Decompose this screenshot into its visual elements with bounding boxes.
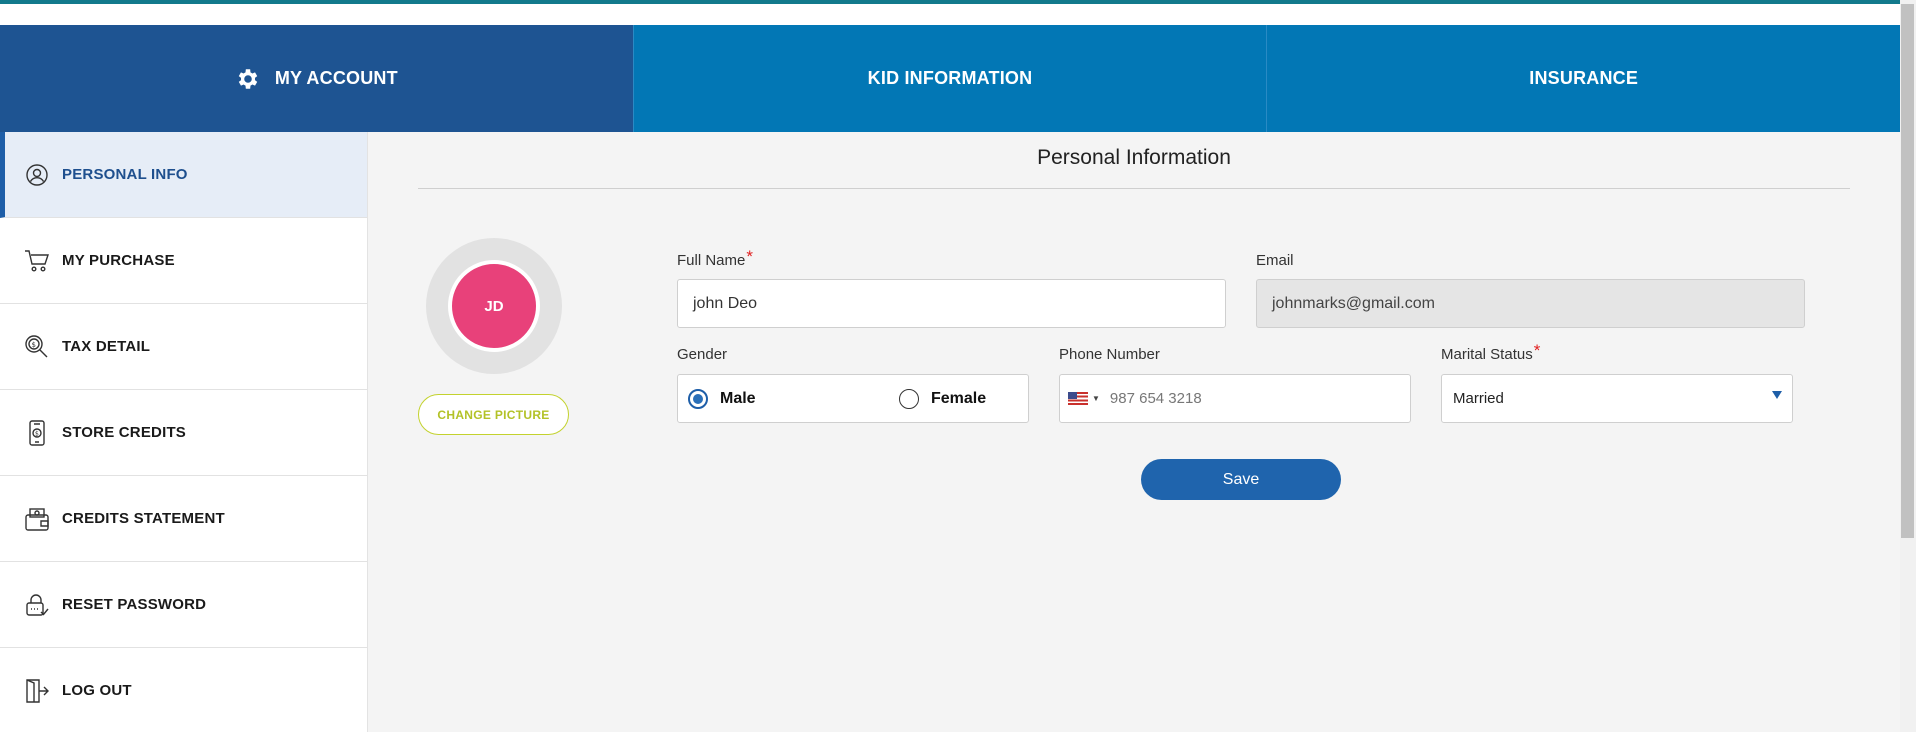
full-name-input[interactable]: john Deo <box>677 279 1226 328</box>
marital-status-label: Marital Status* <box>1441 341 1541 364</box>
sidebar-item-label: RESET PASSWORD <box>62 596 207 613</box>
sidebar-item-label: CREDITS STATEMENT <box>62 510 225 527</box>
email-label: Email <box>1256 252 1294 269</box>
phone-label: Phone Number <box>1059 346 1160 363</box>
sidebar-item-label: TAX DETAIL <box>62 338 151 355</box>
full-name-label: Full Name* <box>677 247 753 270</box>
phone-input[interactable]: ▼ 987 654 3218 <box>1059 374 1411 423</box>
gender-male-label: Male <box>720 390 756 407</box>
sidebar-item-credits-statement[interactable]: CREDITS STATEMENT <box>0 476 367 562</box>
gender-option-female[interactable]: Female <box>899 389 986 409</box>
dropdown-arrow-icon <box>1772 391 1782 399</box>
cart-icon <box>24 248 50 274</box>
radio-male[interactable] <box>688 389 708 409</box>
gender-option-male[interactable]: Male <box>688 389 756 409</box>
top-navigation: MY ACCOUNT KID INFORMATION INSURANCE <box>0 25 1901 132</box>
avatar-initials: JD <box>484 297 504 315</box>
gender-radio-group: Male Female <box>677 374 1029 423</box>
title-divider <box>418 188 1850 189</box>
sidebar-item-log-out[interactable]: LOG OUT <box>0 648 367 732</box>
account-sidebar: PERSONAL INFO MY PURCHASE $ TAX DETAIL $… <box>0 132 368 732</box>
radio-female[interactable] <box>899 389 919 409</box>
gender-label: Gender <box>677 346 728 363</box>
sidebar-item-my-purchase[interactable]: MY PURCHASE <box>0 218 367 304</box>
lock-reset-icon <box>24 592 50 618</box>
page-scrollbar[interactable] <box>1900 0 1916 732</box>
marital-status-label-text: Marital Status <box>1441 346 1533 363</box>
email-field: johnmarks@gmail.com <box>1256 279 1805 328</box>
tab-insurance[interactable]: INSURANCE <box>1267 25 1901 132</box>
sidebar-item-store-credits[interactable]: $ STORE CREDITS <box>0 390 367 476</box>
tab-label: MY ACCOUNT <box>274 68 398 88</box>
tab-label: KID INFORMATION <box>867 68 1033 88</box>
avatar: JD <box>448 260 540 352</box>
sidebar-item-label: PERSONAL INFO <box>62 166 188 183</box>
us-flag-icon[interactable] <box>1068 392 1088 405</box>
mobile-credit-icon: $ <box>24 419 50 446</box>
page-title: Personal Information <box>1037 146 1231 169</box>
country-dropdown-caret-icon[interactable]: ▼ <box>1092 394 1100 403</box>
sidebar-item-personal-info[interactable]: PERSONAL INFO <box>0 132 367 218</box>
phone-placeholder: 987 654 3218 <box>1109 390 1202 407</box>
sidebar-item-tax-detail[interactable]: $ TAX DETAIL <box>0 304 367 390</box>
svg-text:$: $ <box>32 341 36 349</box>
marital-status-value: Married <box>1453 390 1504 407</box>
top-accent-strip <box>0 0 1916 4</box>
sidebar-item-label: LOG OUT <box>62 682 132 699</box>
email-value: johnmarks@gmail.com <box>1272 294 1435 312</box>
sidebar-item-reset-password[interactable]: RESET PASSWORD <box>0 562 367 648</box>
required-mark: * <box>1533 341 1541 360</box>
gear-icon <box>235 66 261 92</box>
tab-label: INSURANCE <box>1529 68 1639 88</box>
full-name-value: john Deo <box>693 294 758 312</box>
change-picture-button[interactable]: CHANGE PICTURE <box>418 394 569 435</box>
gender-female-label: Female <box>931 390 987 407</box>
svg-text:$: $ <box>35 430 39 437</box>
logout-door-icon <box>24 678 50 704</box>
sidebar-item-label: STORE CREDITS <box>62 424 187 441</box>
tab-kid-information[interactable]: KID INFORMATION <box>633 25 1268 132</box>
main-content: Personal Information JD CHANGE PICTURE F… <box>368 132 1900 732</box>
required-mark: * <box>746 247 753 266</box>
wallet-icon <box>24 506 50 532</box>
tax-search-icon: $ <box>24 334 50 360</box>
full-name-label-text: Full Name <box>677 252 746 269</box>
save-button[interactable]: Save <box>1141 459 1341 500</box>
sidebar-item-label: MY PURCHASE <box>62 252 175 269</box>
tab-my-account[interactable]: MY ACCOUNT <box>0 25 634 132</box>
user-circle-icon <box>24 162 50 188</box>
marital-status-select[interactable]: Married <box>1441 374 1793 423</box>
scrollbar-thumb[interactable] <box>1901 4 1914 538</box>
